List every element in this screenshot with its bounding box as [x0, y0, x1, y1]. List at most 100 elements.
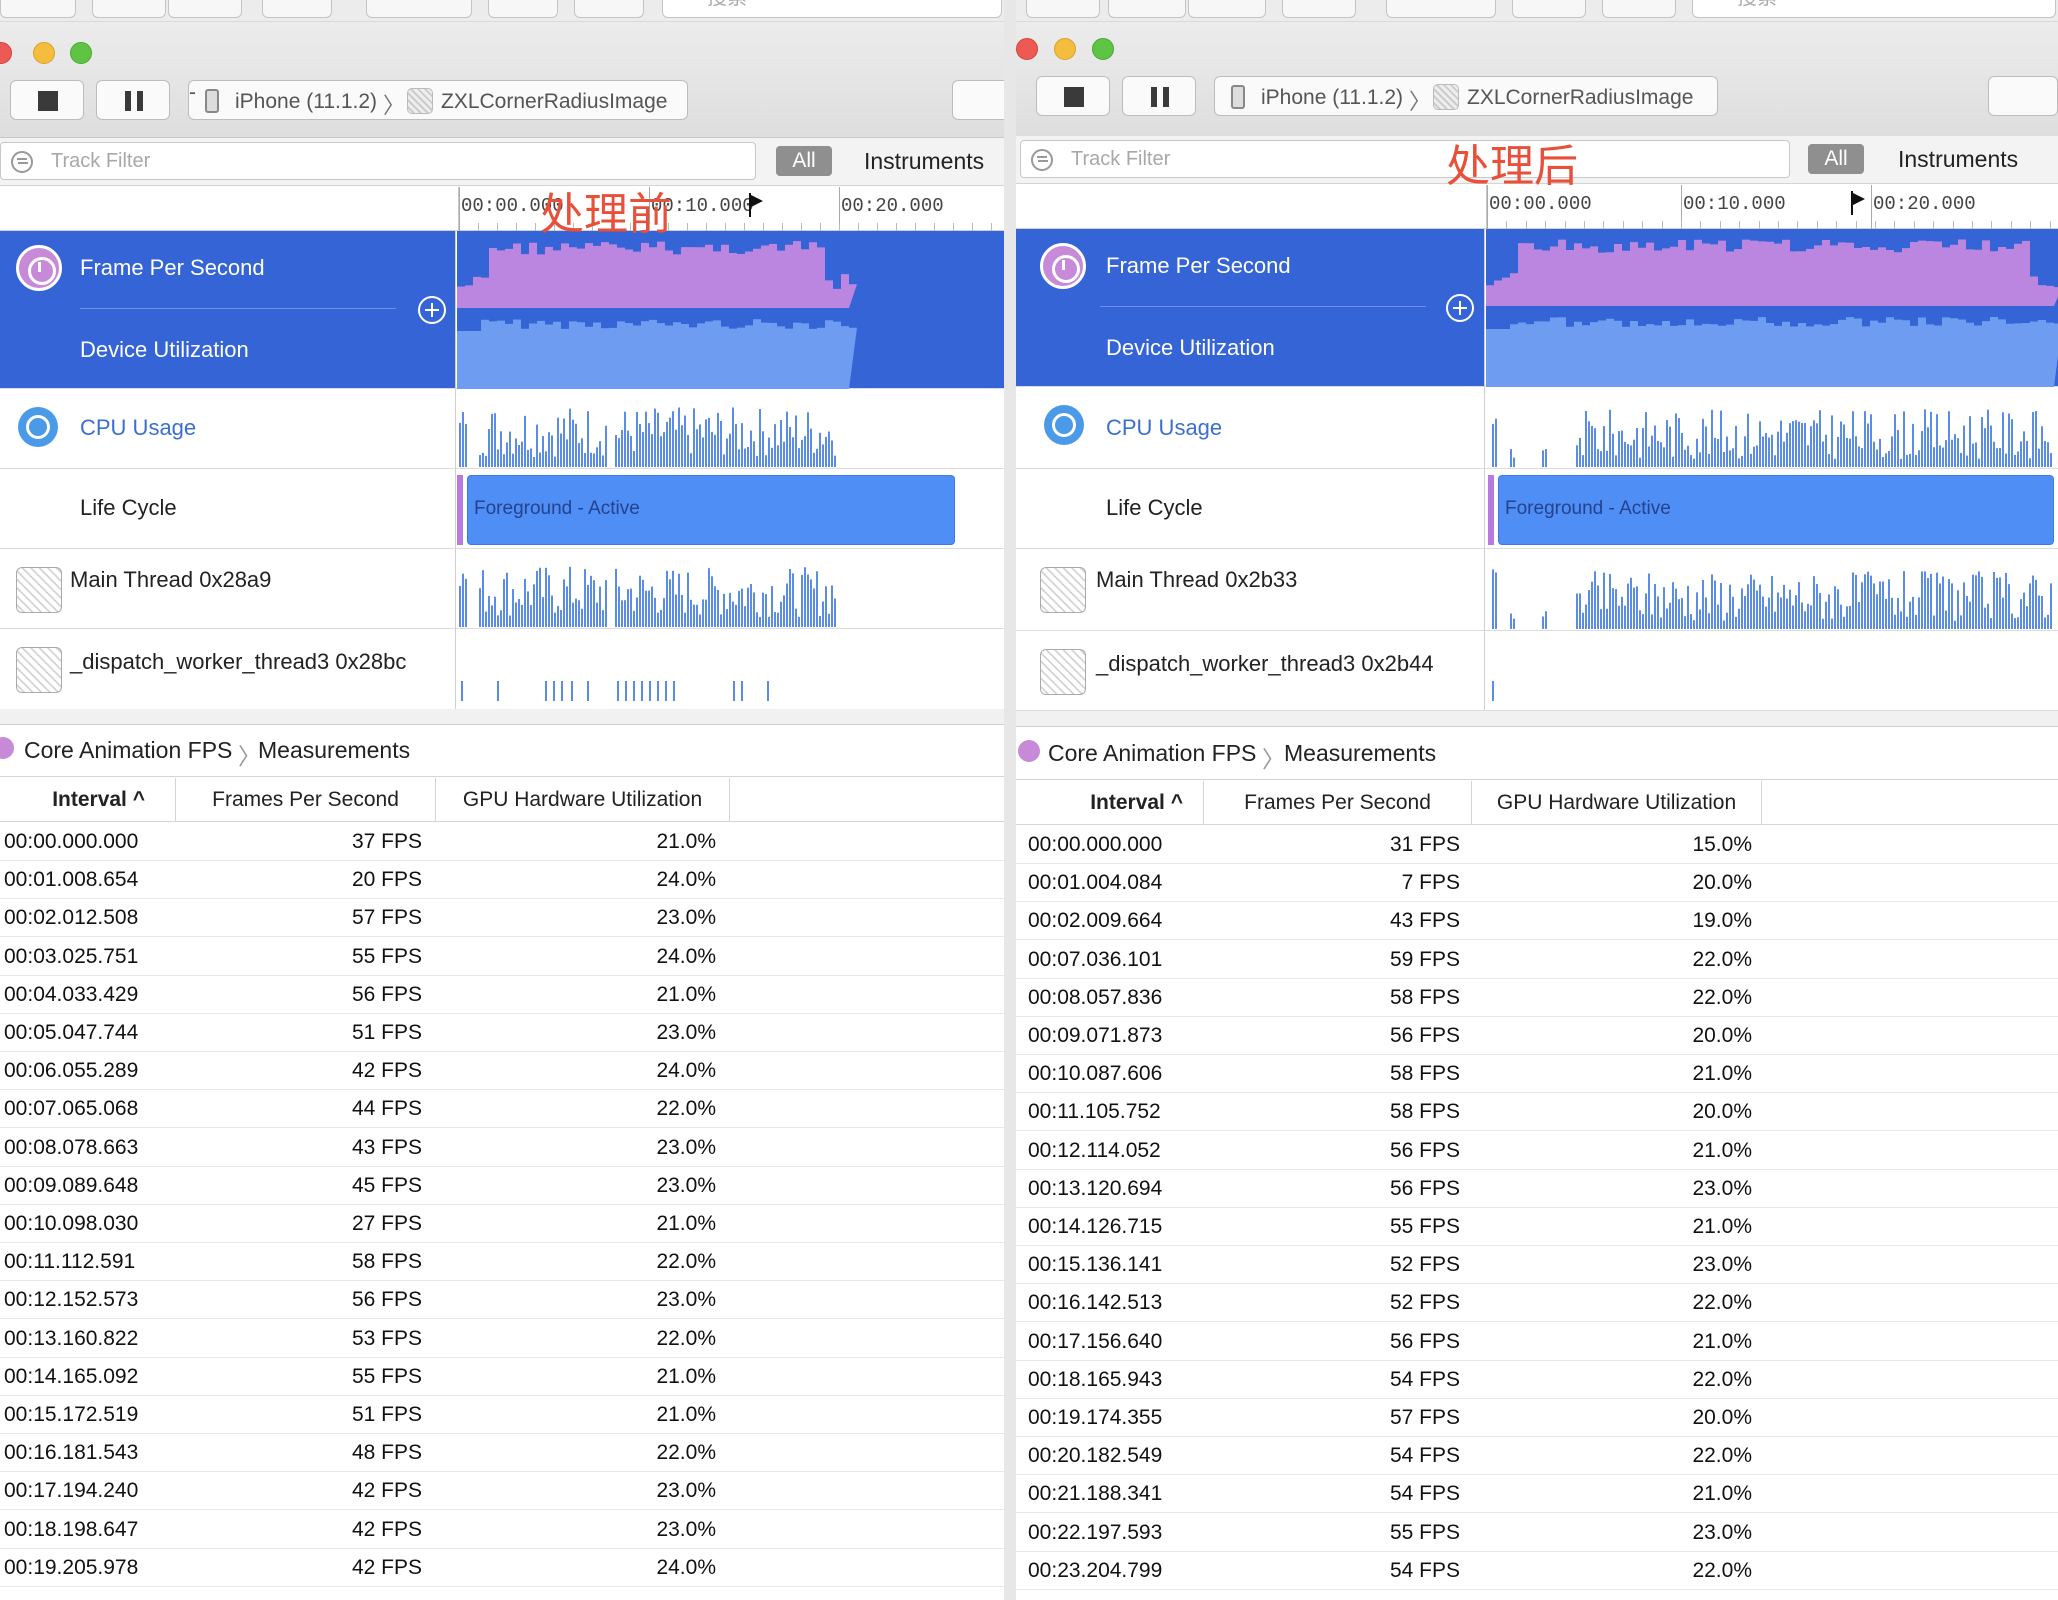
track-core-animation-fps[interactable]: Frame Per Second Device Utilization	[0, 231, 1004, 389]
table-row[interactable]: 00:06.055.289 42 FPS 24.0%	[0, 1052, 1004, 1091]
table-row[interactable]: 00:19.174.355 57 FPS 20.0%	[1016, 1399, 2058, 1437]
status-button[interactable]	[952, 80, 1004, 120]
pause-button[interactable]	[96, 80, 170, 120]
table-row[interactable]: 00:02.009.664 43 FPS 19.0%	[1016, 902, 2058, 941]
track-core-animation-fps[interactable]: Frame Per Second Device Utilization	[1016, 229, 2058, 387]
track-scroll-area[interactable]	[1016, 711, 2058, 727]
search-input[interactable]: 搜索	[1692, 0, 2056, 18]
breadcrumb-item-instrument[interactable]: Core Animation FPS	[24, 737, 232, 764]
track-life-cycle[interactable]: Life Cycle Foreground - Active	[1016, 469, 2058, 549]
table-row[interactable]: 00:21.188.341 54 FPS 21.0%	[1016, 1475, 2058, 1514]
main-thread-graph[interactable]	[1486, 549, 2058, 630]
table-row[interactable]: 00:08.078.663 43 FPS 23.0%	[0, 1129, 1004, 1167]
target-selector[interactable]: iPhone (11.1.2) 〉 ZXLCornerRadiusImage	[1214, 76, 1718, 116]
status-button[interactable]	[1988, 76, 2058, 116]
table-row[interactable]: 00:10.098.030 27 FPS 21.0%	[0, 1205, 1004, 1243]
search-input[interactable]: 搜索	[662, 0, 1002, 18]
table-row[interactable]: 00:05.047.744 51 FPS 23.0%	[0, 1014, 1004, 1052]
close-window-icon[interactable]	[1016, 38, 1038, 60]
table-row[interactable]: 00:00.000.000 31 FPS 15.0%	[1016, 826, 2058, 864]
add-track-icon[interactable]	[1446, 294, 1474, 322]
table-row[interactable]: 00:20.182.549 54 FPS 22.0%	[1016, 1437, 2058, 1476]
track-scroll-area[interactable]	[0, 709, 1004, 725]
flag-icon[interactable]	[749, 193, 763, 217]
instruments-filter-label[interactable]: Instruments	[864, 148, 984, 175]
flag-icon[interactable]	[1851, 191, 1865, 215]
table-row[interactable]: 00:12.152.573 56 FPS 23.0%	[0, 1281, 1004, 1320]
track-main-thread[interactable]: Main Thread 0x2b33	[1016, 549, 2058, 631]
zoom-out-button[interactable]	[168, 0, 242, 18]
zoom-in-button[interactable]	[92, 0, 166, 18]
column-header-gpu[interactable]: GPU Hardware Utilization	[1472, 781, 1762, 825]
table-row[interactable]: 00:17.156.640 56 FPS 21.0%	[1016, 1323, 2058, 1361]
table-row[interactable]: 00:02.012.508 57 FPS 23.0%	[0, 899, 1004, 938]
table-row[interactable]: 00:13.160.822 53 FPS 22.0%	[0, 1320, 1004, 1358]
all-filter-button[interactable]: All	[1808, 144, 1864, 174]
table-row[interactable]: 00:07.036.101 59 FPS 22.0%	[1016, 941, 2058, 979]
cpu-graph[interactable]	[1486, 387, 2058, 468]
strategy-button[interactable]	[366, 0, 472, 18]
table-row[interactable]: 00:17.194.240 42 FPS 23.0%	[0, 1472, 1004, 1511]
breadcrumb-item-instrument[interactable]: Core Animation FPS	[1048, 740, 1256, 767]
minimize-window-icon[interactable]	[1054, 38, 1076, 60]
track-cpu-usage[interactable]: CPU Usage	[1016, 387, 2058, 469]
table-row[interactable]: 00:15.172.519 51 FPS 21.0%	[0, 1396, 1004, 1434]
stop-button[interactable]	[1036, 76, 1110, 116]
column-header-fps[interactable]: Frames Per Second	[176, 778, 436, 822]
breadcrumb-item-measurements[interactable]: Measurements	[258, 737, 410, 764]
table-row[interactable]: 00:11.105.752 58 FPS 20.0%	[1016, 1093, 2058, 1132]
inspector-button[interactable]	[1602, 0, 1676, 18]
table-row[interactable]: 00:12.114.052 56 FPS 21.0%	[1016, 1132, 2058, 1170]
target-selector[interactable]: iPhone (11.1.2) 〉 - ZXLCornerRadiusImage	[188, 80, 688, 120]
lifecycle-graph[interactable]: Foreground - Active	[1486, 469, 2058, 548]
table-row[interactable]: 00:15.136.141 52 FPS 23.0%	[1016, 1246, 2058, 1285]
column-header-interval[interactable]: Interval ^	[0, 778, 176, 822]
stop-button[interactable]	[10, 80, 84, 120]
breadcrumb-item-measurements[interactable]: Measurements	[1284, 740, 1436, 767]
lifecycle-foreground-bar[interactable]: Foreground - Active	[467, 475, 955, 545]
table-row[interactable]: 00:09.071.873 56 FPS 20.0%	[1016, 1017, 2058, 1055]
fps-graph[interactable]	[1486, 229, 2058, 387]
lifecycle-foreground-bar[interactable]: Foreground - Active	[1498, 475, 2054, 545]
track-worker-thread[interactable]: _dispatch_worker_thread3 0x28bc	[0, 629, 1004, 711]
table-row[interactable]: 00:04.033.429 56 FPS 21.0%	[0, 976, 1004, 1014]
track-main-thread[interactable]: Main Thread 0x28a9	[0, 549, 1004, 629]
table-row[interactable]: 00:22.197.593 55 FPS 23.0%	[1016, 1514, 2058, 1552]
table-row[interactable]: 00:19.205.978 42 FPS 24.0%	[0, 1549, 1004, 1587]
strategy-button[interactable]	[1386, 0, 1496, 18]
table-row[interactable]: 00:10.087.606 58 FPS 21.0%	[1016, 1055, 2058, 1094]
library-button[interactable]	[1512, 0, 1586, 18]
table-row[interactable]: 00:18.165.943 54 FPS 22.0%	[1016, 1361, 2058, 1399]
layout-menu-button[interactable]	[0, 0, 76, 18]
worker-thread-graph[interactable]	[1486, 631, 2058, 710]
minimize-window-icon[interactable]	[33, 42, 55, 64]
table-row[interactable]: 00:00.000.000 37 FPS 21.0%	[0, 823, 1004, 861]
column-header-gpu[interactable]: GPU Hardware Utilization	[436, 778, 730, 822]
table-row[interactable]: 00:13.120.694 56 FPS 23.0%	[1016, 1170, 2058, 1208]
track-filter-input[interactable]: Track Filter	[0, 142, 756, 180]
column-header-interval[interactable]: Interval ^	[1016, 781, 1204, 825]
column-header-fps[interactable]: Frames Per Second	[1204, 781, 1472, 825]
main-thread-graph[interactable]	[457, 549, 1004, 628]
instruments-filter-label[interactable]: Instruments	[1898, 146, 2018, 173]
table-row[interactable]: 00:11.112.591 58 FPS 22.0%	[0, 1243, 1004, 1282]
lifecycle-graph[interactable]: Foreground - Active	[457, 469, 1004, 548]
inspector-button[interactable]	[574, 0, 644, 18]
table-row[interactable]: 00:03.025.751 55 FPS 24.0%	[0, 938, 1004, 976]
layout-menu-button[interactable]	[1026, 0, 1100, 18]
zoom-in-button[interactable]	[1108, 0, 1186, 18]
track-filter-input[interactable]: Track Filter	[1020, 140, 1790, 178]
table-row[interactable]: 00:23.204.799 54 FPS 22.0%	[1016, 1552, 2058, 1590]
track-worker-thread[interactable]: _dispatch_worker_thread3 0x2b44	[1016, 631, 2058, 711]
table-row[interactable]: 00:01.008.654 20 FPS 24.0%	[0, 861, 1004, 900]
table-row[interactable]: 00:14.165.092 55 FPS 21.0%	[0, 1358, 1004, 1396]
table-row[interactable]: 00:08.057.836 58 FPS 22.0%	[1016, 979, 2058, 1017]
library-button[interactable]	[488, 0, 558, 18]
cpu-graph[interactable]	[457, 389, 1004, 468]
share-button[interactable]	[1282, 0, 1356, 18]
worker-thread-graph[interactable]	[457, 629, 1004, 710]
add-track-icon[interactable]	[418, 296, 446, 324]
pause-button[interactable]	[1122, 76, 1196, 116]
table-row[interactable]: 00:16.142.513 52 FPS 22.0%	[1016, 1284, 2058, 1323]
share-button[interactable]	[262, 0, 332, 18]
